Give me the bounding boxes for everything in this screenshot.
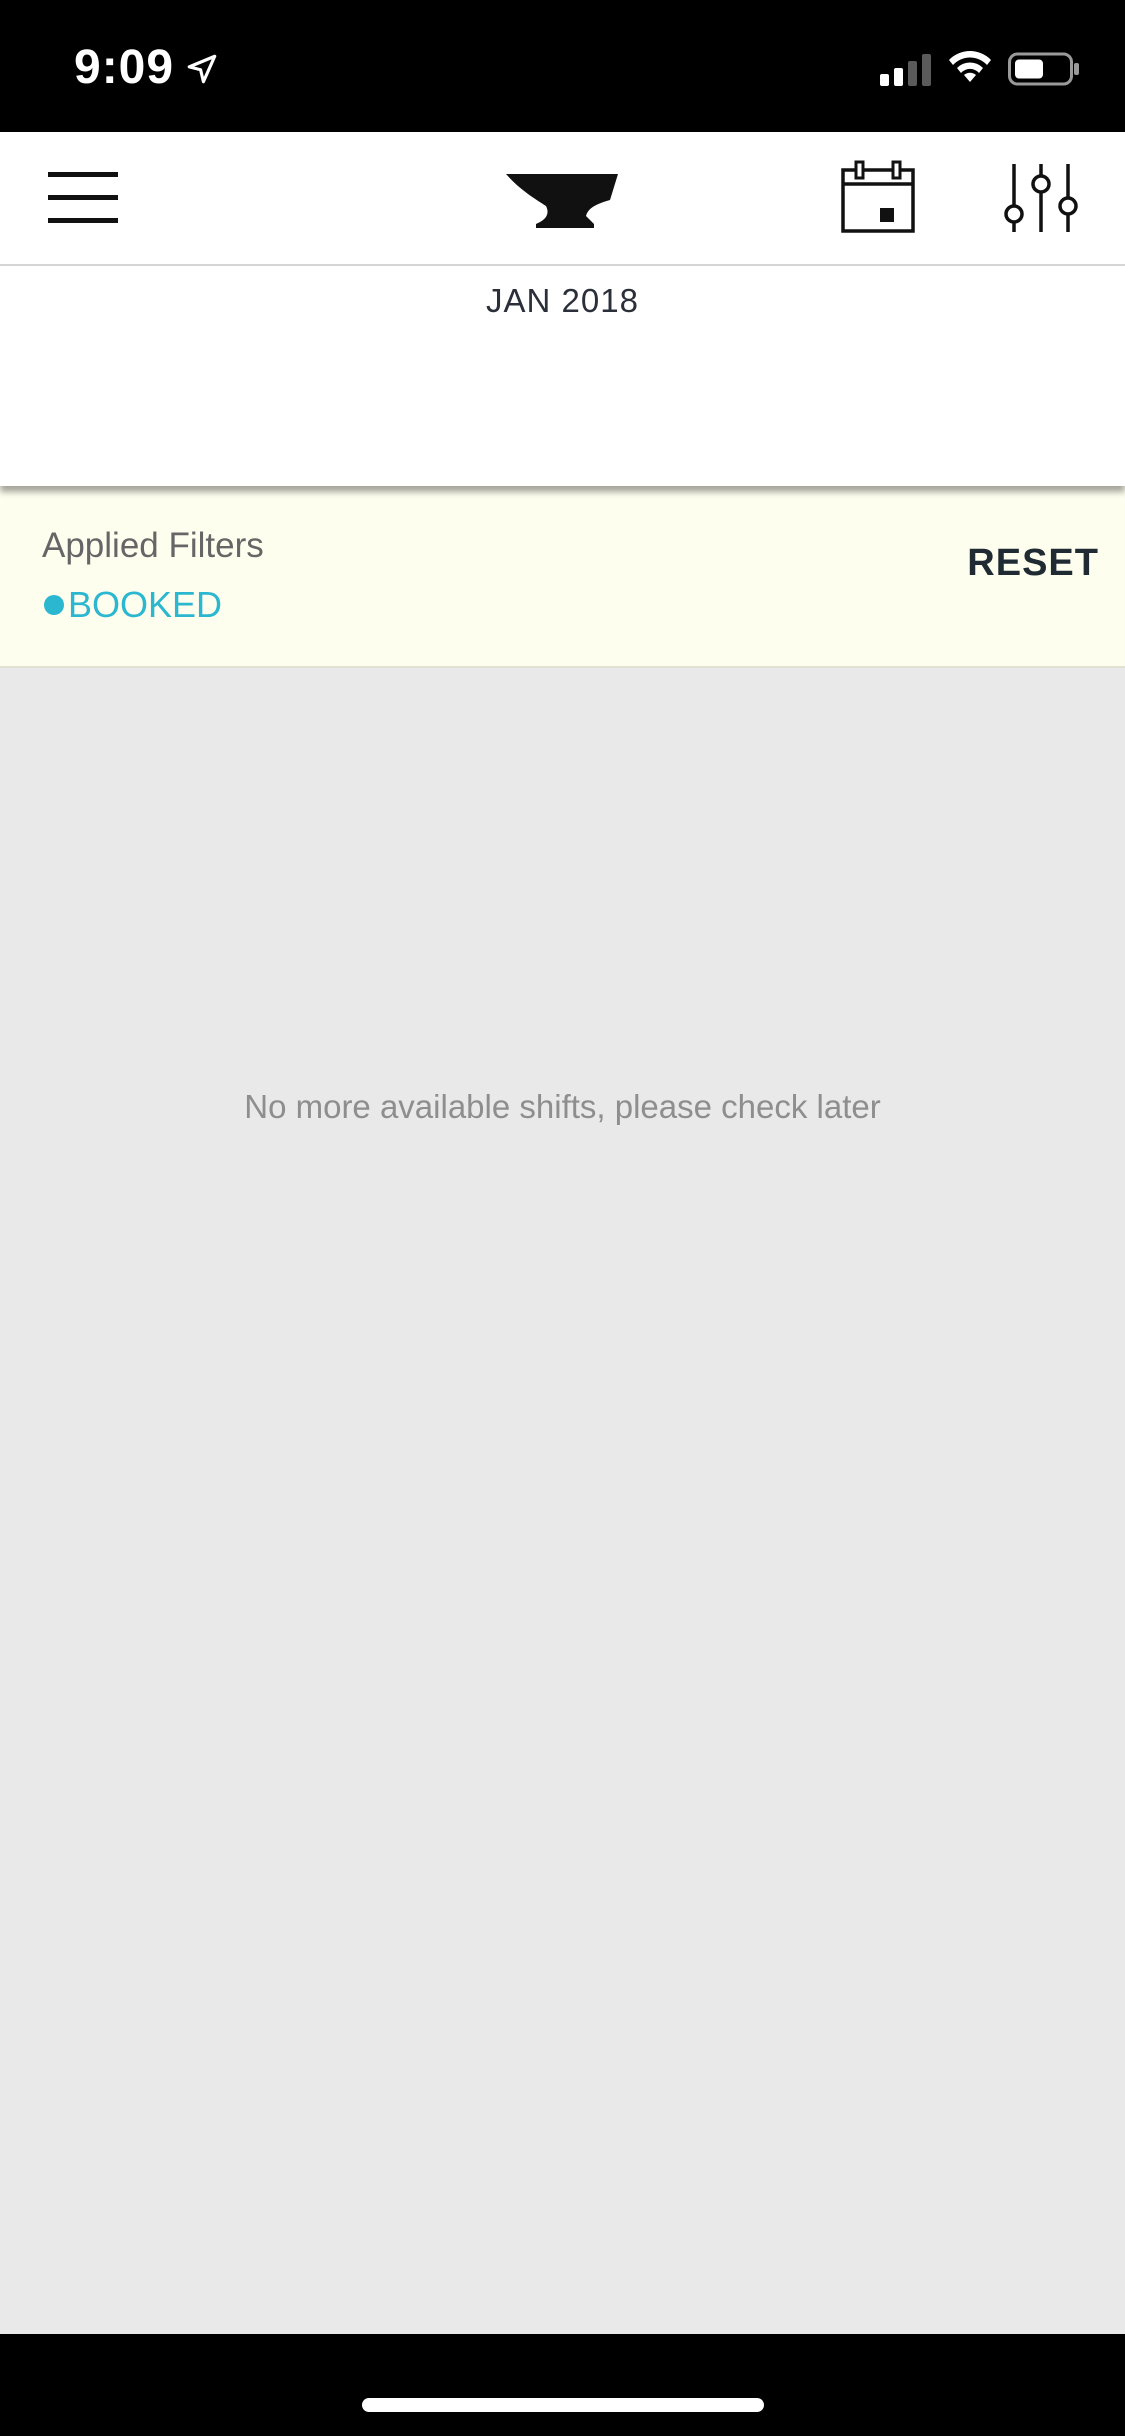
- empty-state-message: No more available shifts, please check l…: [244, 1088, 881, 1125]
- location-arrow-icon: [187, 54, 217, 84]
- battery-icon: [1008, 52, 1079, 86]
- status-time: 9:09: [74, 41, 175, 94]
- filter-dot-icon: [44, 595, 64, 615]
- filter-chip-booked: BOOKED: [44, 584, 222, 626]
- app-screen: 9:09 JAN 2018 Applied Filters BOOKED RES…: [0, 0, 1125, 2436]
- filter-chip-label: BOOKED: [68, 584, 223, 625]
- status-bar: 9:09: [0, 0, 1125, 132]
- nav-bar: [0, 132, 1125, 266]
- applied-filters-title: Applied Filters: [42, 526, 264, 565]
- home-indicator[interactable]: [362, 2398, 764, 2412]
- wifi-icon: [949, 51, 991, 82]
- month-label[interactable]: JAN 2018: [0, 282, 1125, 320]
- calendar-header: JAN 2018: [0, 266, 1125, 486]
- reset-button[interactable]: RESET: [967, 542, 1099, 585]
- applied-filters-bar: Applied Filters BOOKED RESET: [0, 486, 1125, 668]
- home-indicator-area: [0, 2334, 1125, 2436]
- filter-sliders-icon[interactable]: [1004, 162, 1078, 234]
- anvil-logo: [506, 174, 618, 228]
- cellular-signal-icon: [880, 54, 931, 86]
- calendar-icon[interactable]: [840, 160, 916, 234]
- hamburger-menu-icon[interactable]: [46, 168, 120, 228]
